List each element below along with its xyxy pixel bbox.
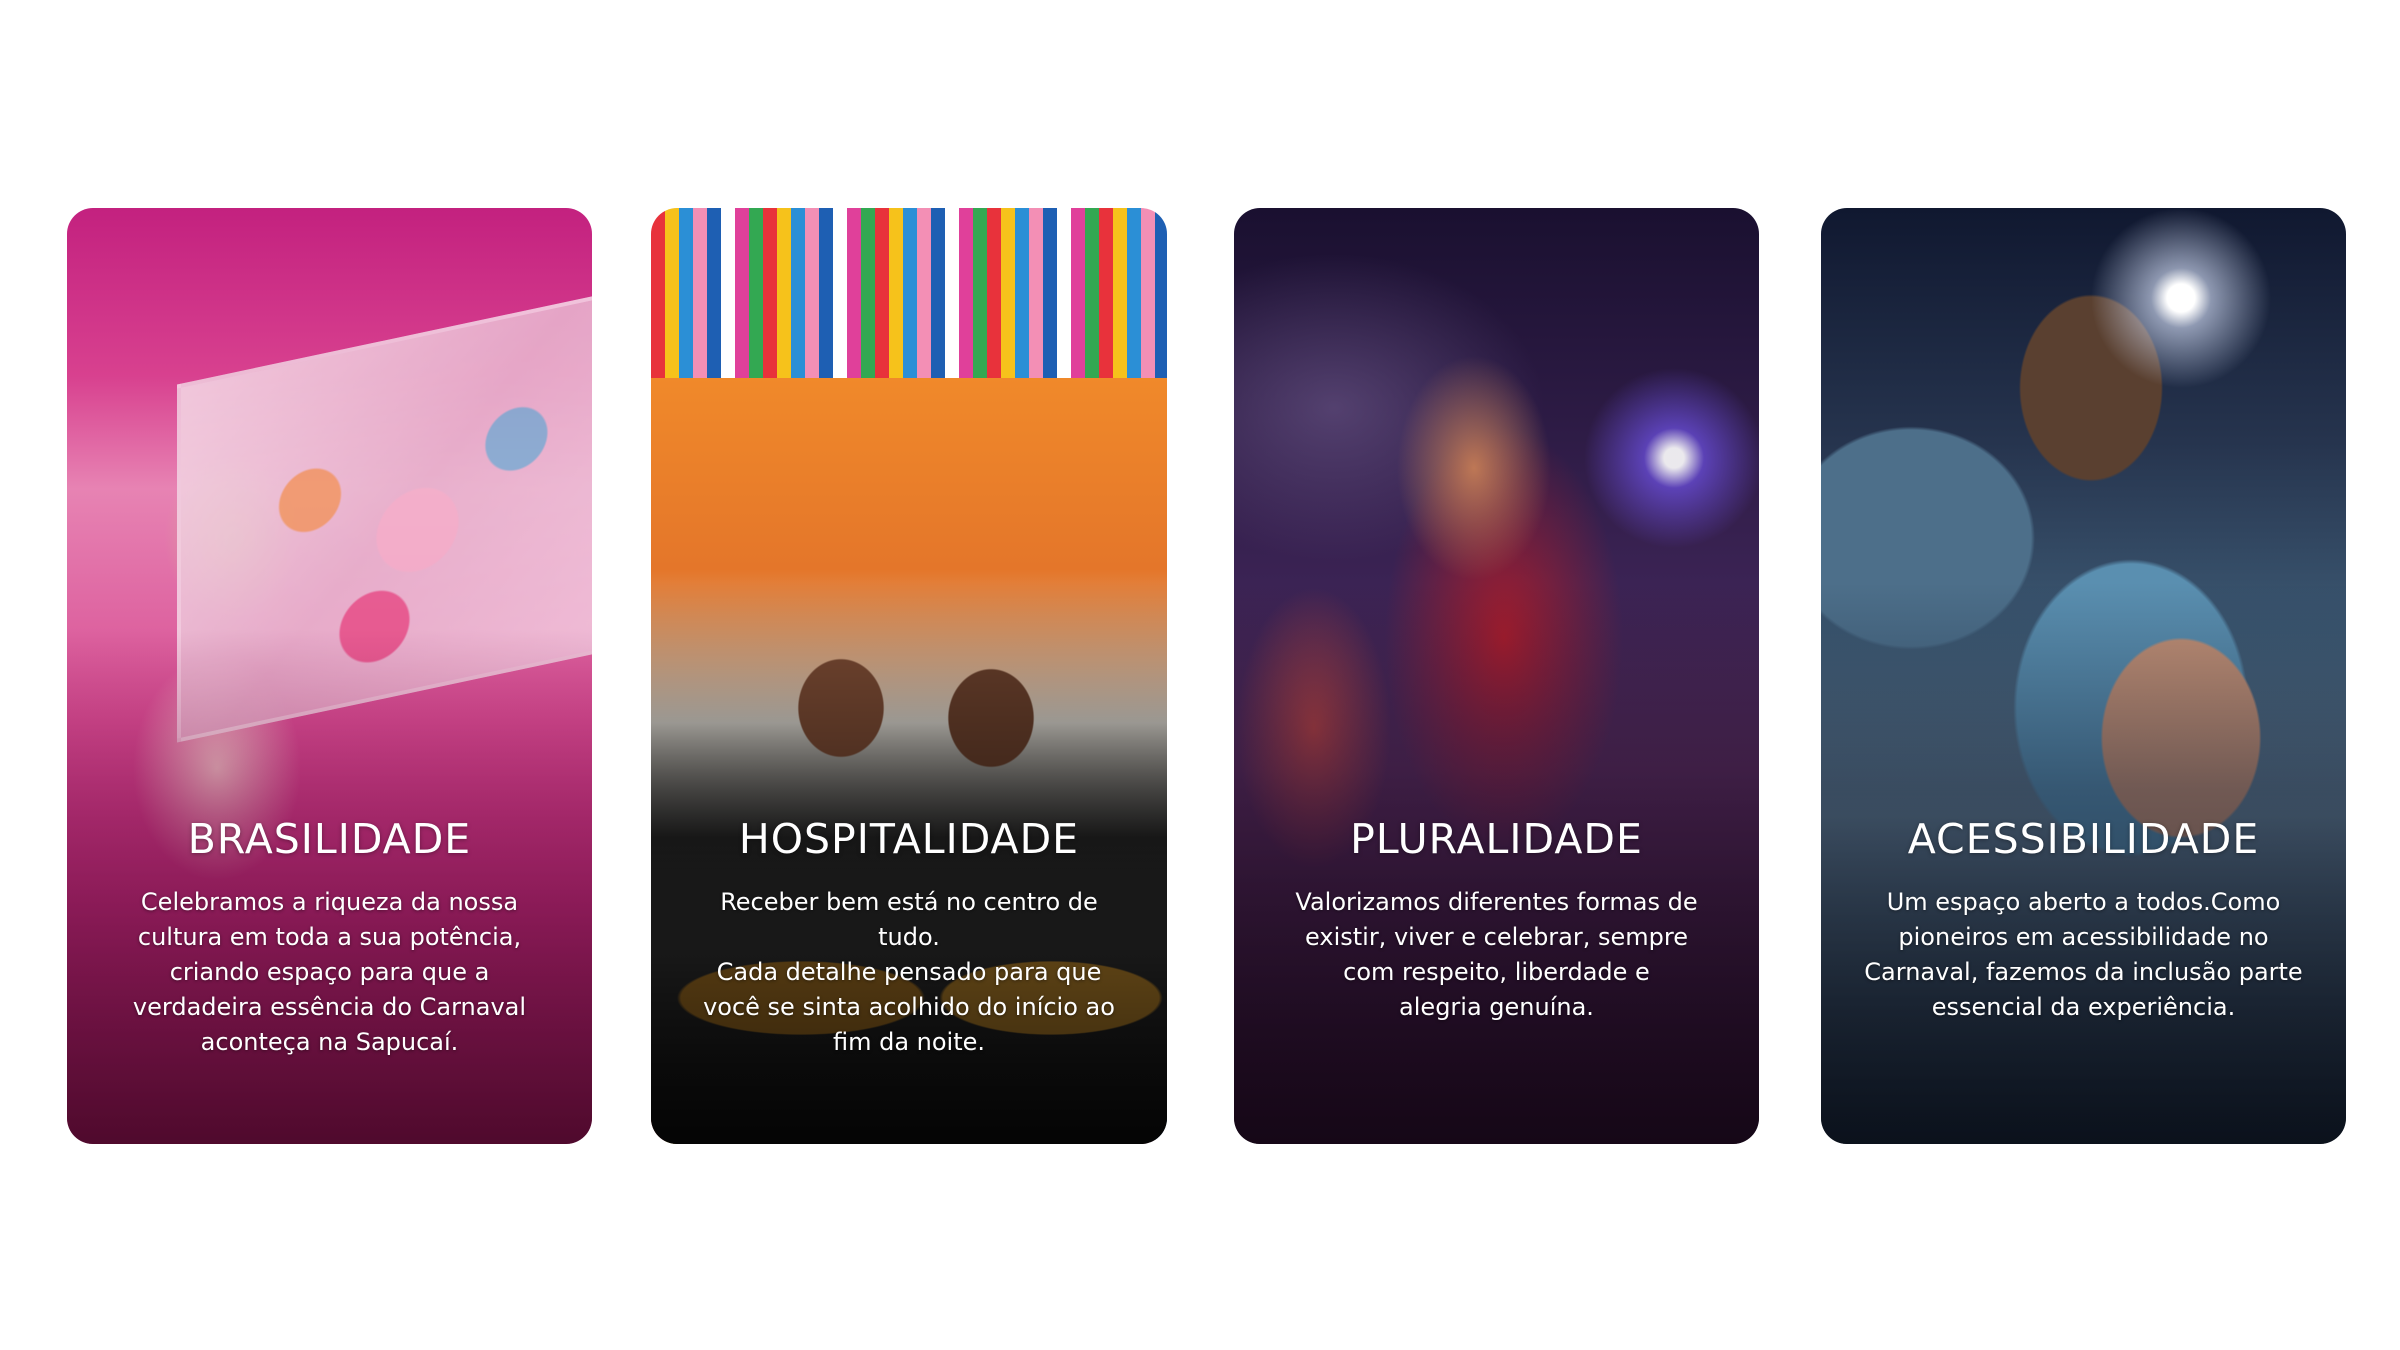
card-description: Celebramos a riqueza da nossa cultura em…	[132, 888, 527, 1057]
card-content: HOSPITALIDADE Receber bem está no centro…	[651, 815, 1167, 1060]
card-description: Valorizamos diferentes formas de existir…	[1295, 888, 1698, 1022]
values-cards-section: BRASILIDADE Celebramos a riqueza da noss…	[0, 0, 2400, 1350]
card-title: PLURALIDADE	[1350, 815, 1643, 863]
card-description: Receber bem está no centro de tudo. Cada…	[703, 888, 1115, 1057]
card-hospitalidade[interactable]: HOSPITALIDADE Receber bem está no centro…	[651, 208, 1167, 1144]
mural-artwork	[177, 291, 592, 743]
card-content: PLURALIDADE Valorizamos diferentes forma…	[1234, 815, 1759, 1025]
card-acessibilidade[interactable]: ACESSIBILIDADE Um espaço aberto a todos.…	[1821, 208, 2346, 1144]
card-content: ACESSIBILIDADE Um espaço aberto a todos.…	[1821, 815, 2346, 1025]
card-content: BRASILIDADE Celebramos a riqueza da noss…	[67, 815, 592, 1060]
card-brasilidade[interactable]: BRASILIDADE Celebramos a riqueza da noss…	[67, 208, 592, 1144]
card-title: ACESSIBILIDADE	[1907, 815, 2260, 863]
card-description: Um espaço aberto a todos.Como pioneiros …	[1864, 888, 2303, 1022]
card-title: BRASILIDADE	[187, 815, 472, 863]
card-pluralidade[interactable]: PLURALIDADE Valorizamos diferentes forma…	[1234, 208, 1759, 1144]
card-title: HOSPITALIDADE	[738, 815, 1080, 863]
